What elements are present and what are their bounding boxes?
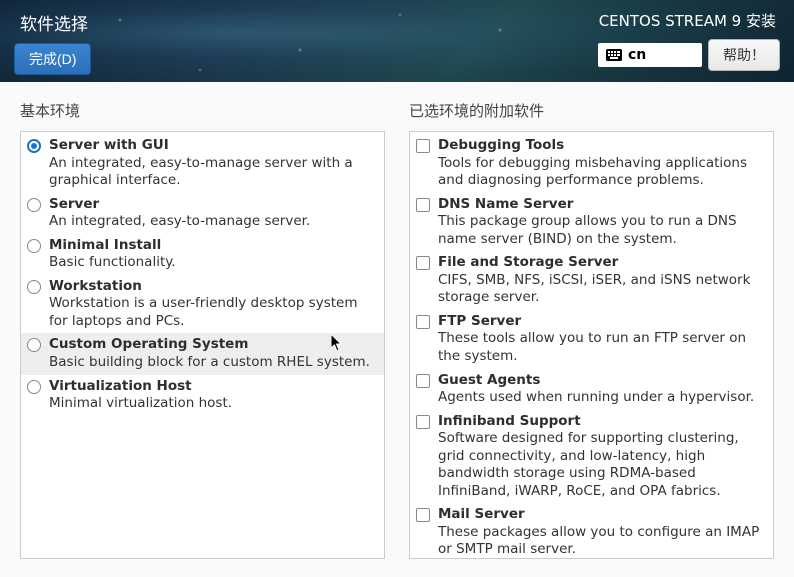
base-environment-title: 基本环境	[20, 100, 385, 121]
addon-title: Debugging Tools	[438, 137, 765, 155]
content-area: 基本环境 Server with GUI An integrated, easy…	[0, 82, 794, 577]
environment-option[interactable]: Workstation Workstation is a user-friend…	[21, 275, 384, 334]
environment-title: Workstation	[49, 278, 376, 296]
addon-option[interactable]: Debugging Tools Tools for debugging misb…	[410, 134, 773, 193]
addon-title: File and Storage Server	[438, 254, 765, 272]
checkbox-icon[interactable]	[416, 415, 430, 433]
environment-title: Virtualization Host	[49, 378, 376, 396]
environment-desc: Minimal virtualization host.	[49, 395, 376, 413]
page-title: 软件选择	[20, 10, 91, 35]
addon-title: DNS Name Server	[438, 196, 765, 214]
radio-icon[interactable]	[27, 239, 41, 257]
addon-desc: This package group allows you to run a D…	[438, 213, 765, 248]
checkbox-icon[interactable]	[416, 374, 430, 392]
help-button[interactable]: 帮助！	[708, 39, 780, 71]
header-bar: 软件选择 完成(D) CENTOS STREAM 9 安装 cn 帮助！	[0, 0, 794, 82]
radio-icon[interactable]	[27, 139, 41, 157]
environment-option[interactable]: Server An integrated, easy-to-manage ser…	[21, 193, 384, 234]
environment-title: Server with GUI	[49, 137, 376, 155]
addons-title: 已选环境的附加软件	[409, 100, 774, 121]
addon-title: Mail Server	[438, 506, 765, 524]
addon-desc: Agents used when running under a hypervi…	[438, 389, 765, 407]
checkbox-icon[interactable]	[416, 508, 430, 526]
checkbox-icon[interactable]	[416, 256, 430, 274]
keyboard-layout-code: cn	[628, 47, 646, 63]
radio-icon[interactable]	[27, 380, 41, 398]
keyboard-icon	[606, 49, 622, 61]
addon-option[interactable]: DNS Name Server This package group allow…	[410, 193, 773, 252]
addon-title: FTP Server	[438, 313, 765, 331]
addon-option[interactable]: File and Storage Server CIFS, SMB, NFS, …	[410, 251, 773, 310]
environment-option[interactable]: Custom Operating System Basic building b…	[21, 333, 384, 374]
addon-desc: These packages allow you to configure an…	[438, 524, 765, 559]
addon-option[interactable]: Guest Agents Agents used when running un…	[410, 369, 773, 410]
environment-desc: Basic building block for a custom RHEL s…	[49, 354, 376, 372]
radio-icon[interactable]	[27, 198, 41, 216]
checkbox-icon[interactable]	[416, 315, 430, 333]
base-environment-column: 基本环境 Server with GUI An integrated, easy…	[20, 100, 385, 559]
addon-desc: Tools for debugging misbehaving applicat…	[438, 155, 765, 190]
installer-title: CENTOS STREAM 9 安装	[598, 10, 776, 31]
addon-desc: These tools allow you to run an FTP serv…	[438, 330, 765, 365]
addon-title: Guest Agents	[438, 372, 765, 390]
addon-option[interactable]: Mail Server These packages allow you to …	[410, 503, 773, 559]
environment-desc: Workstation is a user-friendly desktop s…	[49, 295, 376, 330]
environment-option[interactable]: Server with GUI An integrated, easy-to-m…	[21, 134, 384, 193]
radio-icon[interactable]	[27, 280, 41, 298]
keyboard-layout-indicator[interactable]: cn	[598, 43, 702, 67]
checkbox-icon[interactable]	[416, 198, 430, 216]
addon-option[interactable]: FTP Server These tools allow you to run …	[410, 310, 773, 369]
addon-option[interactable]: Infiniband Support Software designed for…	[410, 410, 773, 504]
addon-desc: CIFS, SMB, NFS, iSCSI, iSER, and iSNS ne…	[438, 272, 765, 307]
radio-icon[interactable]	[27, 338, 41, 356]
addon-desc: Software designed for supporting cluster…	[438, 430, 765, 500]
checkbox-icon[interactable]	[416, 139, 430, 157]
environment-option[interactable]: Minimal Install Basic functionality.	[21, 234, 384, 275]
environment-desc: Basic functionality.	[49, 254, 376, 272]
environment-desc: An integrated, easy-to-manage server.	[49, 213, 376, 231]
addon-title: Infiniband Support	[438, 413, 765, 431]
environment-desc: An integrated, easy-to-manage server wit…	[49, 155, 376, 190]
environment-title: Minimal Install	[49, 237, 376, 255]
environment-title: Server	[49, 196, 376, 214]
base-environment-list[interactable]: Server with GUI An integrated, easy-to-m…	[20, 131, 385, 559]
environment-title: Custom Operating System	[49, 336, 376, 354]
addons-column: 已选环境的附加软件 Debugging Tools Tools for debu…	[409, 100, 774, 559]
environment-option[interactable]: Virtualization Host Minimal virtualizati…	[21, 375, 384, 416]
addons-list[interactable]: Debugging Tools Tools for debugging misb…	[409, 131, 774, 559]
done-button[interactable]: 完成(D)	[14, 43, 91, 75]
